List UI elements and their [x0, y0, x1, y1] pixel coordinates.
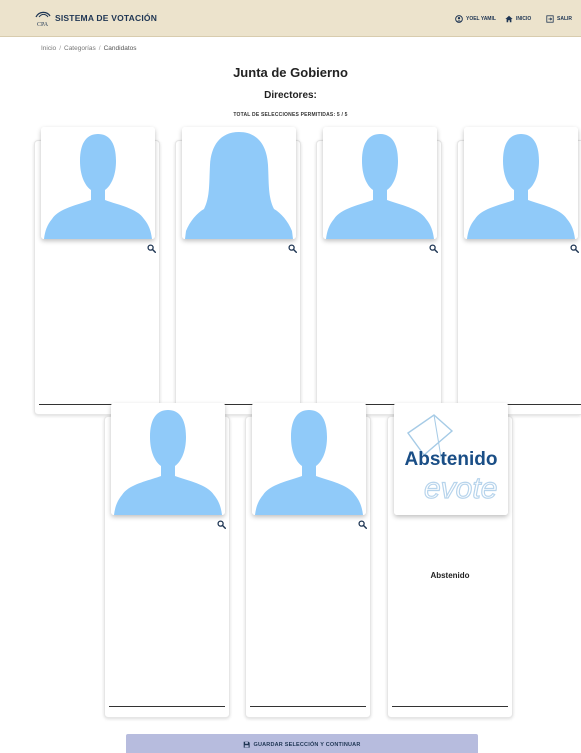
save-button-label: GUARDAR SELECCIÓN Y CONTINUAR — [253, 742, 361, 748]
cpa-logo-icon[interactable]: CPA — [33, 8, 55, 30]
candidate-card-6[interactable] — [245, 403, 371, 718]
male-avatar-icon — [252, 403, 366, 515]
zoom-icon[interactable] — [358, 520, 367, 529]
home-label: INICIO — [516, 16, 532, 22]
section-title: Directores: — [264, 90, 317, 101]
home-icon — [505, 15, 513, 23]
candidate-card-5[interactable] — [104, 403, 230, 718]
signature-line — [109, 706, 225, 707]
male-avatar-icon — [111, 403, 225, 515]
watermark-text: evote — [424, 472, 497, 505]
candidate-photo[interactable] — [464, 127, 578, 239]
zoom-icon[interactable] — [147, 244, 156, 253]
user-menu-button[interactable]: YOEL YAMIL — [455, 14, 496, 24]
signature-line — [250, 706, 366, 707]
candidate-card-2[interactable] — [175, 127, 301, 415]
breadcrumb: Inicio / Categorías / Candidatos — [41, 45, 137, 52]
save-selection-button[interactable]: GUARDAR SELECCIÓN Y CONTINUAR — [126, 734, 478, 753]
selection-count: TOTAL DE SELECCIONES PERMITIDAS: 5 / 5 — [233, 112, 348, 118]
app-header: CPA SISTEMA DE VOTACIÓN YOEL YAMIL INICI… — [0, 0, 581, 37]
male-avatar-icon — [464, 127, 578, 239]
male-avatar-icon — [323, 127, 437, 239]
abstain-image-text: Abstenido — [405, 449, 498, 470]
zoom-icon[interactable] — [288, 244, 297, 253]
candidate-photo[interactable] — [111, 403, 225, 515]
logout-label: SALIR — [557, 16, 572, 22]
candidate-photo[interactable] — [323, 127, 437, 239]
abstain-card[interactable]: evote Abstenido Abstenido — [387, 403, 513, 718]
abstain-name: Abstenido — [430, 571, 470, 580]
zoom-icon[interactable] — [217, 520, 226, 529]
save-icon — [244, 741, 251, 748]
signature-line — [392, 706, 508, 707]
candidate-card-1[interactable] — [34, 127, 160, 415]
candidate-photo[interactable] — [182, 127, 296, 239]
user-circle-icon — [455, 15, 463, 23]
female-avatar-icon — [182, 127, 296, 239]
breadcrumb-categories[interactable]: Categorías — [64, 45, 96, 52]
breadcrumb-home[interactable]: Inicio — [41, 45, 56, 52]
abstain-photo[interactable]: evote Abstenido — [394, 403, 508, 515]
logo-text: CPA — [37, 22, 49, 28]
app-title: SISTEMA DE VOTACIÓN — [55, 13, 158, 23]
candidate-card-4[interactable] — [457, 127, 581, 415]
user-name: YOEL YAMIL — [466, 16, 496, 22]
abstain-image: evote Abstenido — [394, 403, 508, 515]
zoom-icon[interactable] — [429, 244, 438, 253]
candidate-photo[interactable] — [252, 403, 366, 515]
male-avatar-icon — [41, 127, 155, 239]
logout-icon — [546, 15, 554, 23]
logout-link[interactable]: SALIR — [546, 14, 572, 24]
zoom-icon[interactable] — [570, 244, 579, 253]
candidate-card-3[interactable] — [316, 127, 442, 415]
home-link[interactable]: INICIO — [505, 14, 531, 24]
page-title: Junta de Gobierno — [233, 65, 348, 80]
candidate-photo[interactable] — [41, 127, 155, 239]
breadcrumb-current: Candidatos — [103, 45, 137, 52]
